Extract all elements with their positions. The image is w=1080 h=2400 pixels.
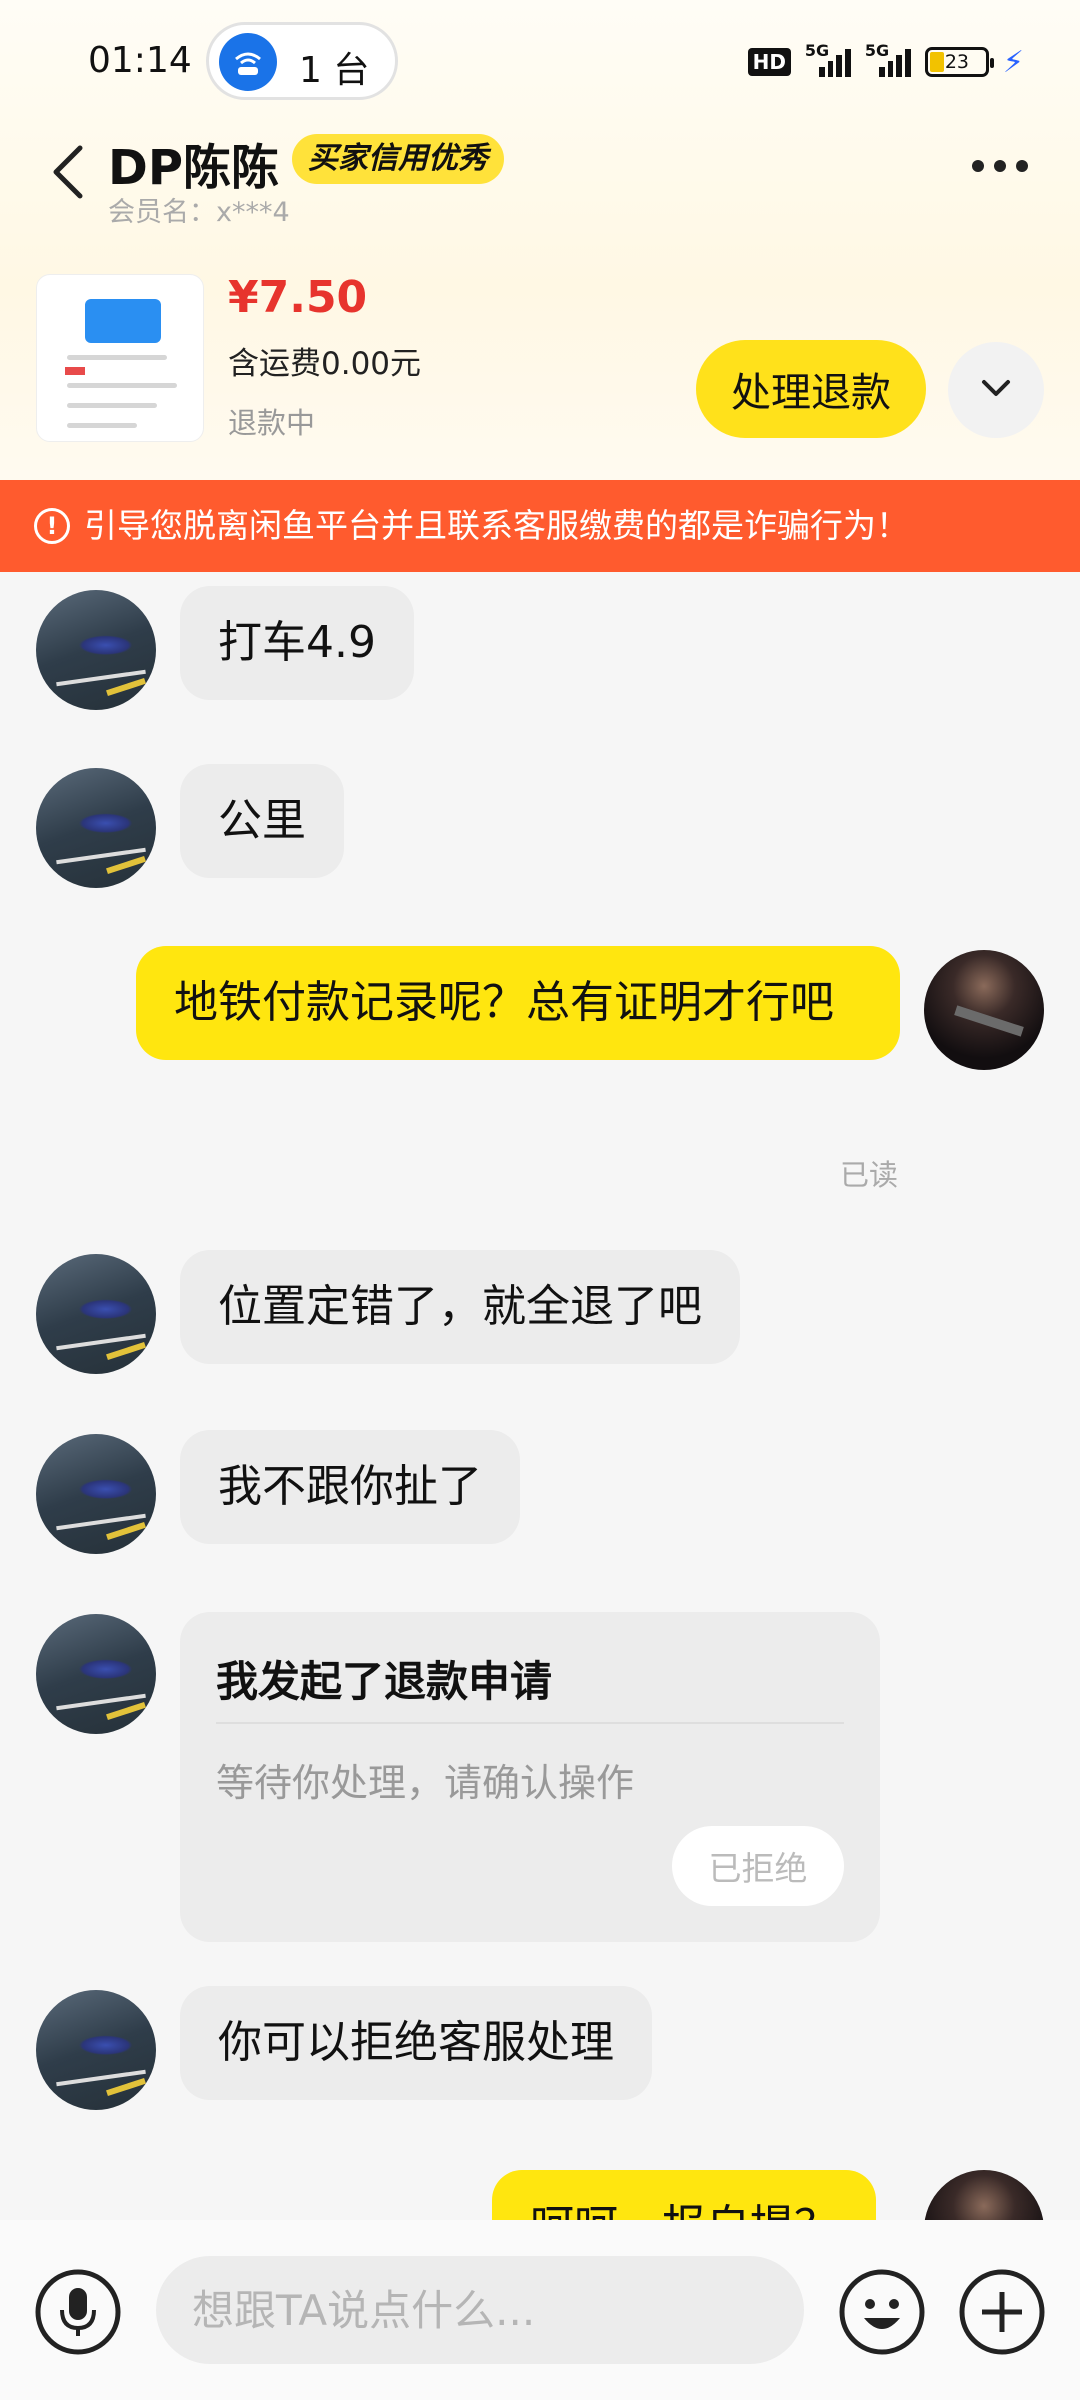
input-bar <box>0 2220 1080 2400</box>
message-bubble[interactable]: 呵呵，报自提？ <box>492 2170 876 2220</box>
warning-icon: ! <box>34 508 70 544</box>
read-receipt: 已读 <box>839 1158 898 1192</box>
handle-refund-button[interactable]: 处理退款 <box>696 340 926 438</box>
warning-text: 引导您脱离闲鱼平台并且联系客服缴费的都是诈骗行为！ <box>84 506 909 545</box>
fraud-warning-banner: ! 引导您脱离闲鱼平台并且联系客服缴费的都是诈骗行为！ <box>0 480 1080 572</box>
battery-level: 23 <box>944 51 970 73</box>
message-bubble[interactable]: 你可以拒绝客服处理 <box>180 1986 652 2100</box>
buyer-avatar[interactable] <box>36 768 156 888</box>
clock: 01:14 <box>88 40 192 81</box>
product-thumbnail[interactable] <box>36 274 204 442</box>
more-actions-button[interactable] <box>958 2268 1046 2356</box>
network-type-2: 5G <box>864 41 890 60</box>
emoji-icon <box>839 2269 925 2355</box>
status-bar: 01:14 1 台 HD 5G 5G 23 ⚡ <box>0 0 1080 120</box>
message-input[interactable] <box>156 2256 804 2364</box>
message-bubble[interactable]: 我不跟你扯了 <box>180 1430 520 1544</box>
credit-badge: 买家信用优秀 <box>292 134 504 184</box>
order-status: 退款中 <box>228 406 316 440</box>
refund-card-title: 我发起了退款申请 <box>216 1657 553 1706</box>
buyer-avatar[interactable] <box>36 1254 156 1374</box>
signal-icon-2: 5G <box>865 41 911 77</box>
refund-card-subtitle: 等待你处理，请确认操作 <box>216 1761 635 1805</box>
message-bubble[interactable]: 打车4.9 <box>180 586 414 700</box>
message-bubble[interactable]: 公里 <box>180 764 344 878</box>
shipping-fee: 含运费0.00元 <box>228 346 422 382</box>
buyer-avatar[interactable] <box>36 590 156 710</box>
more-icon[interactable] <box>972 160 1028 172</box>
chat-screen: 01:14 1 台 HD 5G 5G 23 ⚡ DP陈陈 买家信用优秀 会员名：… <box>0 0 1080 2400</box>
hd-icon: HD <box>747 48 791 76</box>
battery-icon: 23 <box>924 47 994 77</box>
seller-avatar[interactable] <box>924 2170 1044 2220</box>
page-title: DP陈陈 <box>108 140 280 196</box>
refund-request-card[interactable]: 我发起了退款申请 等待你处理，请确认操作 已拒绝 <box>180 1612 880 1942</box>
network-type-1: 5G <box>804 41 830 60</box>
buyer-avatar[interactable] <box>36 1990 156 2110</box>
product-price: ¥7.50 <box>228 272 368 323</box>
rejected-button[interactable]: 已拒绝 <box>672 1826 844 1906</box>
buyer-avatar[interactable] <box>36 1434 156 1554</box>
member-name: 会员名：x***4 <box>108 197 290 228</box>
hotspot-router-icon <box>219 33 277 91</box>
charging-icon: ⚡ <box>1002 44 1024 80</box>
message-bubble[interactable]: 位置定错了，就全退了吧 <box>180 1250 740 1364</box>
voice-button[interactable] <box>34 2268 122 2356</box>
seller-avatar[interactable] <box>924 950 1044 1070</box>
emoji-button[interactable] <box>838 2268 926 2356</box>
buyer-avatar[interactable] <box>36 1614 156 1734</box>
expand-button[interactable] <box>948 342 1044 438</box>
message-bubble[interactable]: 地铁付款记录呢？总有证明才行吧 <box>136 946 900 1060</box>
status-icons: HD 5G 5G 23 ⚡ <box>747 41 1024 80</box>
signal-icon-1: 5G <box>805 41 851 77</box>
hotspot-indicator[interactable]: 1 台 <box>206 22 398 100</box>
message-list[interactable]: 打车4.9 公里 地铁付款记录呢？总有证明才行吧 已读 位置定错了，就全退了吧 … <box>0 572 1080 2220</box>
hotspot-count: 1 台 <box>299 50 370 91</box>
refund-card-divider <box>216 1722 844 1724</box>
microphone-icon <box>35 2269 121 2355</box>
back-icon[interactable] <box>48 142 98 202</box>
plus-icon <box>959 2269 1045 2355</box>
chevron-down-icon <box>982 380 1010 396</box>
